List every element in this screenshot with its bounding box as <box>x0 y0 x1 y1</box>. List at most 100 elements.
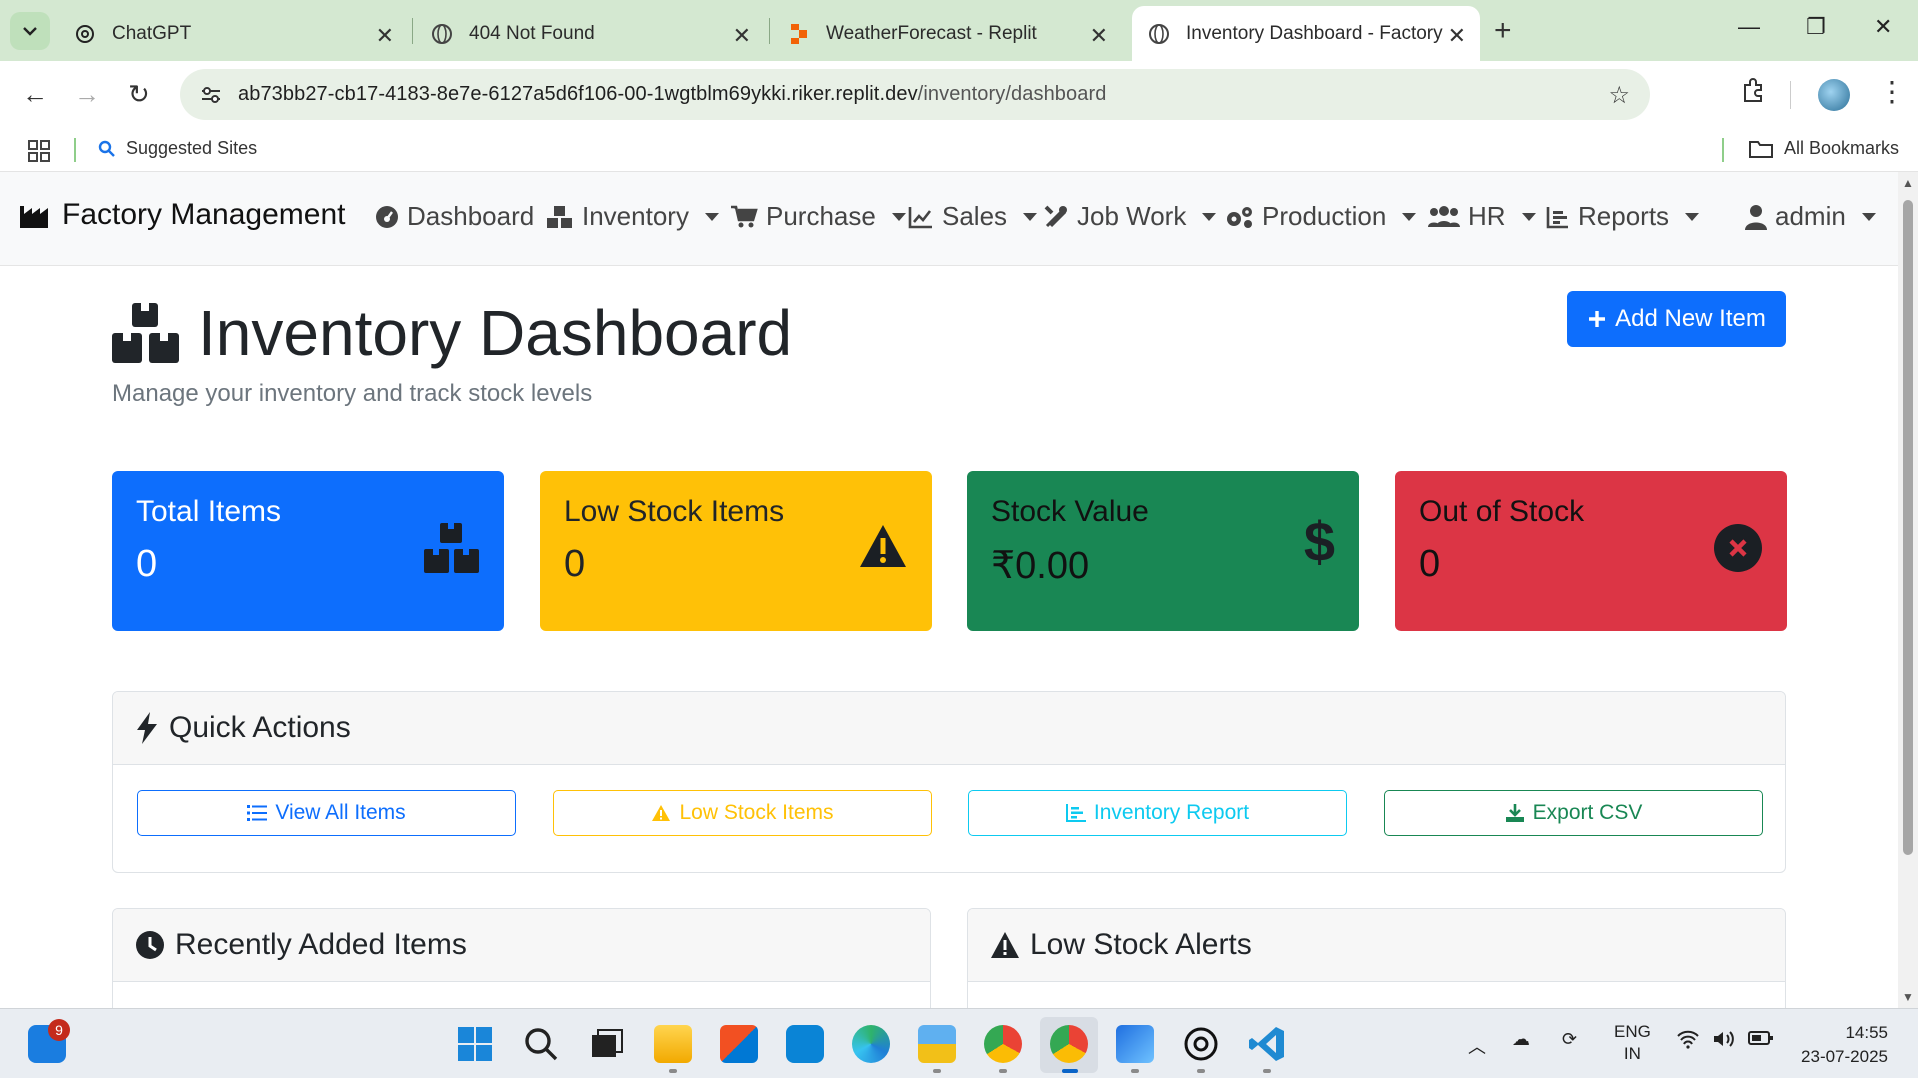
tab-title: ChatGPT <box>112 22 192 44</box>
url-path: /inventory/dashboard <box>917 83 1107 105</box>
dollar-icon: $ <box>1303 510 1335 573</box>
tab-divider <box>769 18 770 44</box>
extensions-icon[interactable] <box>1740 77 1766 110</box>
caret-down-icon <box>1402 212 1417 221</box>
all-bookmarks-button[interactable]: All Bookmarks <box>1748 138 1899 159</box>
cart-icon <box>731 205 758 227</box>
task-view-icon[interactable] <box>588 1025 626 1063</box>
site-info-icon[interactable] <box>194 78 228 112</box>
reload-button[interactable]: ↻ <box>128 79 150 110</box>
profile-avatar[interactable] <box>1818 79 1850 111</box>
cogs-icon <box>1227 206 1252 228</box>
replit-icon <box>788 23 810 45</box>
tab-title: Inventory Dashboard - Factory I <box>1186 22 1446 44</box>
stat-label: Out of Stock <box>1419 495 1585 528</box>
onedrive-icon[interactable]: ☁ <box>1512 1029 1530 1050</box>
tab-chatgpt[interactable]: ChatGPT ✕ <box>58 6 408 61</box>
page-scrollbar[interactable]: ▲ ▼ <box>1898 172 1918 1008</box>
running-indicator <box>669 1069 677 1073</box>
nav-purchase[interactable]: Purchase <box>730 201 906 232</box>
warning-icon <box>652 805 671 821</box>
tab-inventory-dashboard[interactable]: Inventory Dashboard - Factory I ✕ <box>1132 6 1480 61</box>
nav-inventory[interactable]: Inventory <box>546 201 719 232</box>
scroll-down-arrow[interactable]: ▼ <box>1902 990 1914 1004</box>
tab-search-button[interactable] <box>10 12 50 50</box>
tools-icon <box>1044 205 1067 227</box>
app-icon[interactable] <box>918 1025 956 1063</box>
nav-label: Sales <box>942 201 1008 231</box>
forward-button[interactable]: → <box>74 79 100 110</box>
nav-production[interactable]: Production <box>1224 201 1417 232</box>
low-stock-items-button[interactable]: Low Stock Items <box>553 790 932 836</box>
edge-icon[interactable] <box>852 1025 890 1063</box>
button-label: Low Stock Items <box>679 801 834 824</box>
vscode-icon[interactable] <box>1248 1025 1286 1063</box>
chrome-icon[interactable] <box>1050 1025 1088 1063</box>
view-all-items-button[interactable]: View All Items <box>137 790 516 836</box>
chatgpt-icon[interactable] <box>1182 1025 1220 1063</box>
search-icon[interactable] <box>522 1025 560 1063</box>
show-hidden-icons[interactable]: ︿ <box>1468 1033 1486 1059</box>
photos-icon[interactable] <box>1116 1025 1154 1063</box>
brand-link[interactable]: Factory Management <box>20 198 345 232</box>
running-indicator <box>1131 1069 1139 1073</box>
inventory-report-button[interactable]: Inventory Report <box>968 790 1347 836</box>
close-icon[interactable]: ✕ <box>733 23 751 49</box>
caret-down-icon <box>704 212 719 221</box>
list-icon <box>247 805 268 821</box>
tab-weatherforecast[interactable]: WeatherForecast - Replit ✕ <box>772 6 1122 61</box>
region-code: IN <box>1623 1044 1641 1063</box>
add-new-item-button[interactable]: Add New Item <box>1567 291 1786 347</box>
scroll-up-arrow[interactable]: ▲ <box>1902 176 1914 190</box>
scrollbar-thumb[interactable] <box>1903 200 1913 855</box>
card-header: Low Stock Alerts <box>968 909 1785 982</box>
system-clock[interactable]: 14:55 23-07-2025 <box>1801 1021 1888 1069</box>
notification-badge: 9 <box>48 1019 70 1041</box>
bookmark-star-icon[interactable]: ☆ <box>1608 81 1630 110</box>
bookmark-suggested-sites[interactable]: Suggested Sites <box>98 138 257 159</box>
close-icon[interactable]: ✕ <box>1448 23 1466 49</box>
tab-404[interactable]: 404 Not Found ✕ <box>415 6 765 61</box>
stat-value: ₹0.00 <box>991 545 1090 587</box>
card-title: Quick Actions <box>169 711 351 744</box>
menu-icon[interactable]: ⋮ <box>1878 75 1906 108</box>
windows-start-icon[interactable] <box>456 1025 494 1063</box>
nav-dashboard[interactable]: Dashboard <box>375 201 534 232</box>
new-tab-button[interactable]: + <box>1494 14 1512 48</box>
tab-title: WeatherForecast - Replit <box>826 22 1037 44</box>
globe-icon <box>1148 23 1170 45</box>
running-indicator <box>1197 1069 1205 1073</box>
stat-value: 0 <box>1419 543 1441 585</box>
nav-job-work[interactable]: Job Work <box>1043 201 1217 232</box>
microsoft-store-icon[interactable] <box>720 1025 758 1063</box>
caret-down-icon <box>1685 212 1700 221</box>
language-indicator[interactable]: ENG IN <box>1614 1021 1651 1065</box>
restore-button[interactable]: ❐ <box>1806 14 1826 40</box>
close-window-button[interactable]: ✕ <box>1874 14 1892 40</box>
close-icon[interactable]: ✕ <box>376 23 394 49</box>
user-menu[interactable]: admin <box>1745 201 1876 232</box>
nav-reports[interactable]: Reports <box>1546 201 1700 232</box>
card-header: Recently Added Items <box>113 909 930 982</box>
apps-grid-icon[interactable] <box>28 140 50 167</box>
cortana-icon[interactable] <box>786 1025 824 1063</box>
address-bar[interactable]: ab73bb27-cb17-4183-8e7e-6127a5d6f106-00-… <box>180 69 1650 120</box>
file-explorer-icon[interactable] <box>654 1025 692 1063</box>
wifi-icon[interactable] <box>1676 1029 1700 1054</box>
x-circle-icon <box>1713 523 1763 578</box>
minimize-button[interactable]: — <box>1738 14 1760 40</box>
card-header: Quick Actions <box>113 692 1785 765</box>
export-csv-button[interactable]: Export CSV <box>1384 790 1763 836</box>
close-icon[interactable]: ✕ <box>1090 23 1108 49</box>
stat-card-out-of-stock: Out of Stock 0 <box>1395 471 1787 631</box>
warning-icon <box>991 932 1019 958</box>
nav-hr[interactable]: HR <box>1428 201 1536 232</box>
chrome-icon[interactable] <box>984 1025 1022 1063</box>
back-button[interactable]: ← <box>22 79 48 110</box>
volume-icon[interactable] <box>1712 1029 1736 1054</box>
nav-sales[interactable]: Sales <box>908 201 1038 232</box>
gauge-icon <box>376 205 398 228</box>
sync-icon[interactable]: ⟳ <box>1562 1029 1577 1050</box>
globe-icon <box>431 23 453 45</box>
battery-icon[interactable] <box>1748 1029 1774 1052</box>
